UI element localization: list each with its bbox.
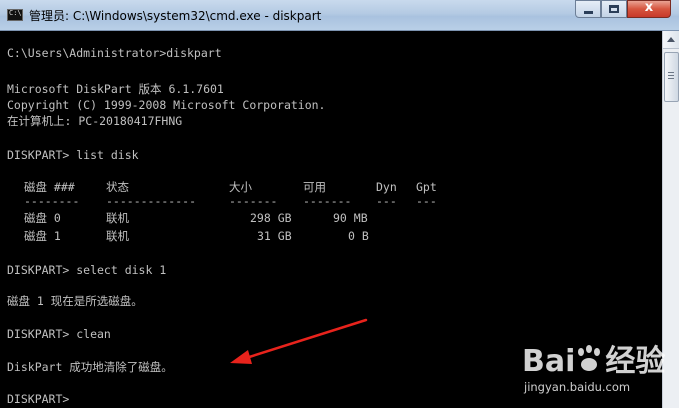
separator-size: -------	[229, 194, 278, 208]
console-line: DiskPart 成功地清除了磁盘。	[7, 360, 173, 374]
header-status: 状态	[106, 180, 129, 194]
watermark-url: jingyan.baidu.com	[524, 380, 631, 394]
console-line: Copyright (C) 1999-2008 Microsoft Corpor…	[7, 98, 326, 112]
window-title: 管理员: C:\Windows\system32\cmd.exe - diskp…	[29, 9, 322, 23]
cell-disk: 磁盘 1	[24, 229, 61, 243]
console-line: 磁盘 1 现在是所选磁盘。	[7, 294, 143, 308]
watermark-logo: Bai 经验	[522, 336, 665, 380]
separator-free: -------	[303, 194, 352, 208]
watermark-logo-left: Bai	[522, 344, 576, 379]
maximize-button[interactable]	[601, 0, 627, 18]
separator-dyn: ---	[376, 194, 397, 208]
header-gpt: Gpt	[416, 180, 437, 194]
cell-size: 31 GB	[257, 229, 292, 243]
separator-gpt: ---	[416, 194, 437, 208]
close-icon: x	[644, 0, 654, 15]
title-bar[interactable]: 管理员: C:\Windows\system32\cmd.exe - diskp…	[0, 0, 679, 31]
minimize-button[interactable]	[575, 0, 601, 18]
console-line: DISKPART> select disk 1	[7, 263, 167, 277]
separator-status: -------------	[106, 194, 197, 208]
console-line: DISKPART> clean	[7, 327, 111, 341]
console-prompt: DISKPART>	[7, 392, 70, 406]
separator-disk: --------	[24, 194, 80, 208]
cell-status: 联机	[106, 229, 129, 243]
maximize-icon	[609, 5, 619, 13]
paw-icon	[575, 345, 605, 375]
cell-free: 0 B	[348, 229, 369, 243]
header-dyn: Dyn	[376, 180, 397, 194]
cmd-app-icon[interactable]	[7, 9, 23, 21]
close-button[interactable]: x	[627, 0, 671, 18]
cell-free: 90 MB	[333, 211, 368, 225]
minimize-icon	[584, 11, 593, 14]
cell-disk: 磁盘 0	[24, 211, 61, 225]
cell-size: 298 GB	[250, 211, 292, 225]
console-line: DISKPART> list disk	[7, 148, 139, 162]
cell-status: 联机	[106, 211, 129, 225]
header-free: 可用	[303, 180, 326, 194]
scroll-thumb[interactable]	[664, 52, 679, 102]
console-line: C:\Users\Administrator>diskpart	[7, 46, 222, 60]
console-line: 在计算机上: PC-20180417FHNG	[7, 114, 183, 128]
scroll-up-button[interactable]	[663, 31, 679, 49]
console-line: Microsoft DiskPart 版本 6.1.7601	[7, 82, 224, 96]
header-size: 大小	[229, 180, 252, 194]
header-disk: 磁盘 ###	[24, 180, 75, 194]
watermark-logo-right: 经验	[605, 344, 666, 379]
cmd-window: 管理员: C:\Windows\system32\cmd.exe - diskp…	[0, 0, 679, 408]
baidu-jingyan-watermark: Bai 经验 jingyan.baidu.com	[522, 336, 672, 402]
window-controls: x	[575, 0, 671, 20]
